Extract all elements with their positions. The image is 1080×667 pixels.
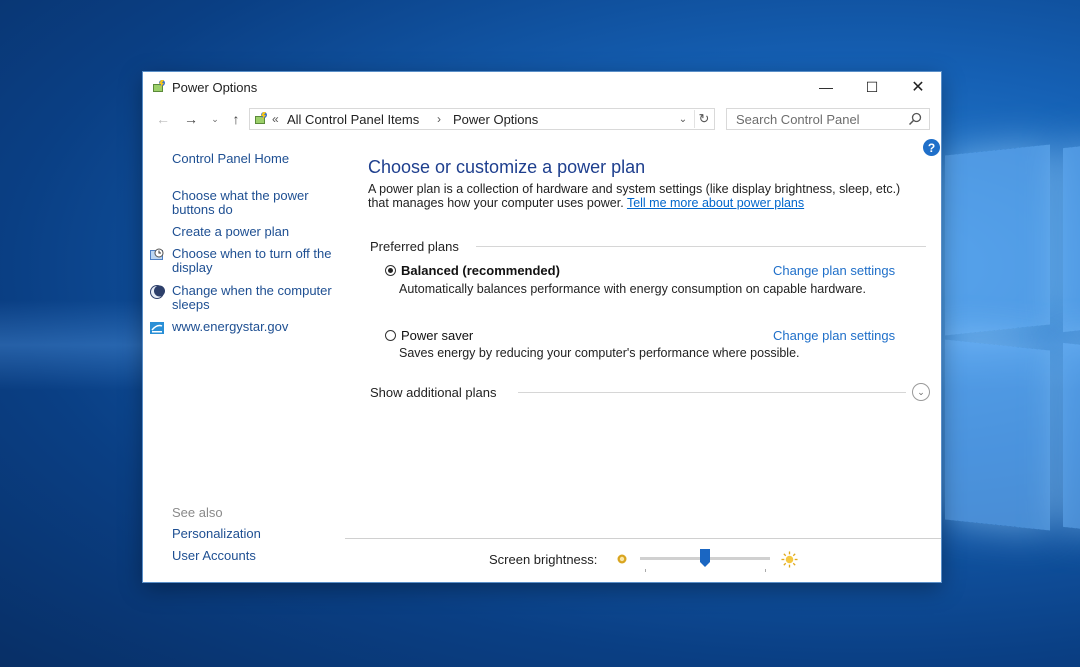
energystar-link[interactable]: www.energystar.gov <box>172 320 332 334</box>
breadcrumb-power-options[interactable]: Power Options <box>453 112 538 127</box>
see-also-heading: See also <box>172 505 223 520</box>
windows-logo-pane <box>1063 143 1080 333</box>
radio-selected-dot <box>388 268 393 273</box>
additional-plans-divider <box>518 392 906 393</box>
power-saver-radio[interactable] <box>385 330 396 341</box>
windows-logo-pane <box>945 339 1050 531</box>
personalization-link[interactable]: Personalization <box>172 527 332 541</box>
help-icon[interactable]: ? <box>923 139 940 156</box>
window-title: Power Options <box>172 80 258 95</box>
show-additional-plans[interactable]: Show additional plans <box>370 385 496 400</box>
power-options-window: Power Options — ☐ ✕ ← → ⌄ ↑ « All Contro… <box>143 72 941 582</box>
control-panel-home-link[interactable]: Control Panel Home <box>172 152 332 166</box>
create-power-plan-link[interactable]: Create a power plan <box>172 225 332 239</box>
back-button[interactable]: ← <box>153 109 173 129</box>
breadcrumb-separator[interactable]: › <box>437 112 441 126</box>
group-divider <box>476 246 926 247</box>
slider-tick <box>765 569 766 572</box>
turn-off-display-link[interactable]: Choose when to turn off the display <box>172 247 332 275</box>
power-options-icon <box>153 80 165 92</box>
tell-me-more-link[interactable]: Tell me more about power plans <box>627 196 804 210</box>
windows-logo-pane <box>945 144 1050 336</box>
screen-brightness-label: Screen brightness: <box>489 552 598 567</box>
moon-icon <box>150 285 165 299</box>
display-clock-icon <box>150 248 164 260</box>
balanced-change-settings-link[interactable]: Change plan settings <box>773 263 895 278</box>
computer-sleeps-link[interactable]: Change when the computer sleeps <box>172 284 332 312</box>
maximize-button[interactable]: ☐ <box>849 72 895 102</box>
up-button[interactable]: ↑ <box>226 109 246 129</box>
navigation-bar: ← → ⌄ ↑ « All Control Panel Items › Powe… <box>143 106 941 132</box>
title-bar[interactable]: Power Options — ☐ ✕ <box>143 72 941 102</box>
page-description: A power plan is a collection of hardware… <box>368 182 913 210</box>
bottom-divider <box>345 538 941 539</box>
power-buttons-link[interactable]: Choose what the power buttons do <box>172 189 332 217</box>
recent-locations-button[interactable]: ⌄ <box>205 109 225 129</box>
expand-chevron-icon[interactable]: ⌄ <box>912 383 930 401</box>
close-button[interactable]: ✕ <box>895 72 941 102</box>
address-bar[interactable]: « All Control Panel Items › Power Option… <box>249 108 715 130</box>
bright-sun-icon <box>781 551 798 568</box>
refresh-button[interactable]: ↻ <box>694 110 713 128</box>
search-icon[interactable] <box>907 111 923 127</box>
user-accounts-link[interactable]: User Accounts <box>172 549 332 563</box>
address-overflow-chevron[interactable]: « <box>272 112 279 126</box>
minimize-button[interactable]: — <box>803 72 849 102</box>
search-box <box>726 108 930 130</box>
breadcrumb-all-control-panel-items[interactable]: All Control Panel Items <box>287 112 419 127</box>
windows-logo-pane <box>1063 342 1080 532</box>
energystar-icon <box>150 322 164 334</box>
preferred-plans-heading: Preferred plans <box>370 239 459 254</box>
forward-button[interactable]: → <box>181 109 201 129</box>
brightness-slider-thumb[interactable] <box>700 549 710 567</box>
slider-tick <box>645 569 646 572</box>
page-title: Choose or customize a power plan <box>368 157 646 177</box>
balanced-radio[interactable] <box>385 265 396 276</box>
control-panel-icon <box>255 112 267 124</box>
power-saver-plan-name[interactable]: Power saver <box>401 328 473 343</box>
address-dropdown-button[interactable]: ⌄ <box>676 111 690 127</box>
power-saver-change-settings-link[interactable]: Change plan settings <box>773 328 895 343</box>
balanced-plan-name[interactable]: Balanced (recommended) <box>401 263 560 278</box>
dim-sun-icon <box>617 554 627 564</box>
search-input[interactable] <box>727 109 906 129</box>
power-saver-plan-description: Saves energy by reducing your computer's… <box>399 346 800 360</box>
balanced-plan-description: Automatically balances performance with … <box>399 282 866 296</box>
